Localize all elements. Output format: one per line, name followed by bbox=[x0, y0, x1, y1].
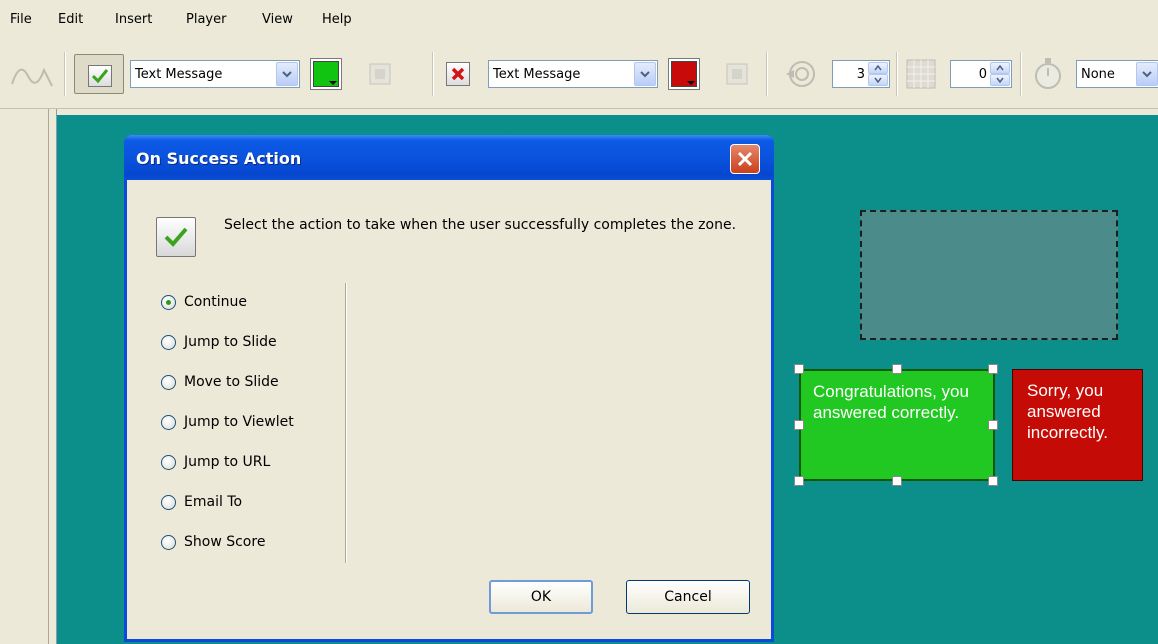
attempts-stepper[interactable]: 3 bbox=[832, 60, 890, 88]
chevron-down-icon[interactable] bbox=[1136, 62, 1158, 86]
option-label: Show Score bbox=[184, 534, 266, 550]
delay-value: 0 bbox=[978, 66, 987, 82]
radio-button[interactable] bbox=[161, 454, 176, 470]
success-settings-icon[interactable] bbox=[368, 62, 392, 86]
stopwatch-icon bbox=[1032, 56, 1064, 90]
failure-color-swatch bbox=[671, 61, 697, 87]
timer-select-value: None bbox=[1081, 66, 1115, 82]
dialog-titlebar[interactable]: On Success Action bbox=[124, 135, 774, 180]
option-jump-to-url[interactable]: Jump to URL bbox=[161, 454, 270, 470]
stepper-down-icon[interactable] bbox=[868, 74, 888, 86]
close-icon bbox=[737, 151, 753, 167]
radio-button[interactable] bbox=[161, 494, 176, 510]
failure-x-icon[interactable] bbox=[446, 62, 470, 86]
chevron-down-icon[interactable] bbox=[634, 62, 656, 86]
menu-insert[interactable]: Insert bbox=[115, 12, 152, 27]
success-color-swatch bbox=[313, 61, 339, 87]
toolbar: Text Message Text Message 3 0 None bbox=[0, 40, 1158, 109]
attempts-value: 3 bbox=[856, 66, 865, 82]
stepper-up-icon[interactable] bbox=[868, 62, 888, 74]
on-success-action-dialog: On Success Action Select the action to t… bbox=[124, 135, 774, 642]
resize-handle[interactable] bbox=[892, 364, 902, 374]
radio-button[interactable] bbox=[161, 534, 176, 550]
resize-handle[interactable] bbox=[794, 476, 804, 486]
dialog-description: Select the action to take when the user … bbox=[224, 217, 737, 233]
menu-edit[interactable]: Edit bbox=[58, 12, 83, 27]
failure-caption[interactable]: Sorry, you answered incorrectly. bbox=[1012, 369, 1143, 481]
option-jump-to-slide[interactable]: Jump to Slide bbox=[161, 334, 277, 350]
delay-stepper[interactable]: 0 bbox=[950, 60, 1012, 88]
ok-button[interactable]: OK bbox=[489, 580, 593, 614]
checkmark-icon bbox=[156, 217, 196, 257]
menu-help[interactable]: Help bbox=[322, 12, 352, 27]
timer-select[interactable]: None bbox=[1076, 60, 1158, 88]
option-label: Move to Slide bbox=[184, 374, 279, 390]
success-action-select[interactable]: Text Message bbox=[130, 60, 300, 88]
stepper-down-icon[interactable] bbox=[990, 74, 1010, 86]
dialog-title: On Success Action bbox=[136, 149, 302, 168]
resize-handle[interactable] bbox=[892, 476, 902, 486]
option-label: Email To bbox=[184, 494, 243, 510]
cancel-button[interactable]: Cancel bbox=[626, 580, 750, 614]
option-email-to[interactable]: Email To bbox=[161, 494, 242, 510]
hot-zone[interactable] bbox=[860, 210, 1118, 340]
checkmark-icon bbox=[88, 65, 112, 87]
grid-icon bbox=[906, 59, 936, 89]
option-label: Jump to Viewlet bbox=[184, 414, 294, 430]
cancel-button-label: Cancel bbox=[664, 589, 712, 605]
success-action-select-value: Text Message bbox=[135, 66, 223, 82]
resize-handle[interactable] bbox=[988, 420, 998, 430]
success-toggle-button[interactable] bbox=[74, 54, 124, 94]
menu-player[interactable]: Player bbox=[186, 12, 226, 27]
failure-action-select-value: Text Message bbox=[493, 66, 581, 82]
options-divider bbox=[345, 283, 347, 563]
resize-handle[interactable] bbox=[794, 364, 804, 374]
close-button[interactable] bbox=[730, 144, 760, 174]
ruler-divider bbox=[48, 109, 49, 644]
radio-button[interactable] bbox=[161, 374, 176, 390]
resize-handle[interactable] bbox=[988, 364, 998, 374]
option-label: Jump to URL bbox=[184, 454, 271, 470]
attempts-icon bbox=[784, 58, 816, 90]
resize-handle[interactable] bbox=[988, 476, 998, 486]
option-label: Jump to Slide bbox=[184, 334, 277, 350]
resize-handle[interactable] bbox=[794, 420, 804, 430]
option-continue[interactable]: Continue bbox=[161, 294, 247, 310]
failure-caption-text: Sorry, you answered incorrectly. bbox=[1027, 381, 1108, 442]
ok-button-label: OK bbox=[530, 589, 552, 605]
gesture-icon[interactable] bbox=[8, 56, 56, 92]
option-jump-to-viewlet[interactable]: Jump to Viewlet bbox=[161, 414, 294, 430]
menu-view[interactable]: View bbox=[262, 12, 293, 27]
option-move-to-slide[interactable]: Move to Slide bbox=[161, 374, 279, 390]
success-color-picker[interactable] bbox=[310, 58, 342, 90]
stepper-up-icon[interactable] bbox=[990, 62, 1010, 74]
failure-settings-icon[interactable] bbox=[725, 62, 749, 86]
radio-button[interactable] bbox=[161, 334, 176, 350]
menu-file[interactable]: File bbox=[10, 12, 32, 27]
radio-button[interactable] bbox=[161, 294, 176, 310]
success-caption-text: Congratulations, you answered correctly. bbox=[813, 382, 969, 422]
chevron-down-icon[interactable] bbox=[276, 62, 298, 86]
radio-button[interactable] bbox=[161, 414, 176, 430]
failure-action-select[interactable]: Text Message bbox=[488, 60, 658, 88]
failure-color-picker[interactable] bbox=[668, 58, 700, 90]
success-caption[interactable]: Congratulations, you answered correctly. bbox=[799, 369, 995, 481]
option-label: Continue bbox=[184, 294, 247, 310]
menu-bar: File Edit Insert Player View Help bbox=[0, 0, 1158, 40]
option-show-score[interactable]: Show Score bbox=[161, 534, 265, 550]
